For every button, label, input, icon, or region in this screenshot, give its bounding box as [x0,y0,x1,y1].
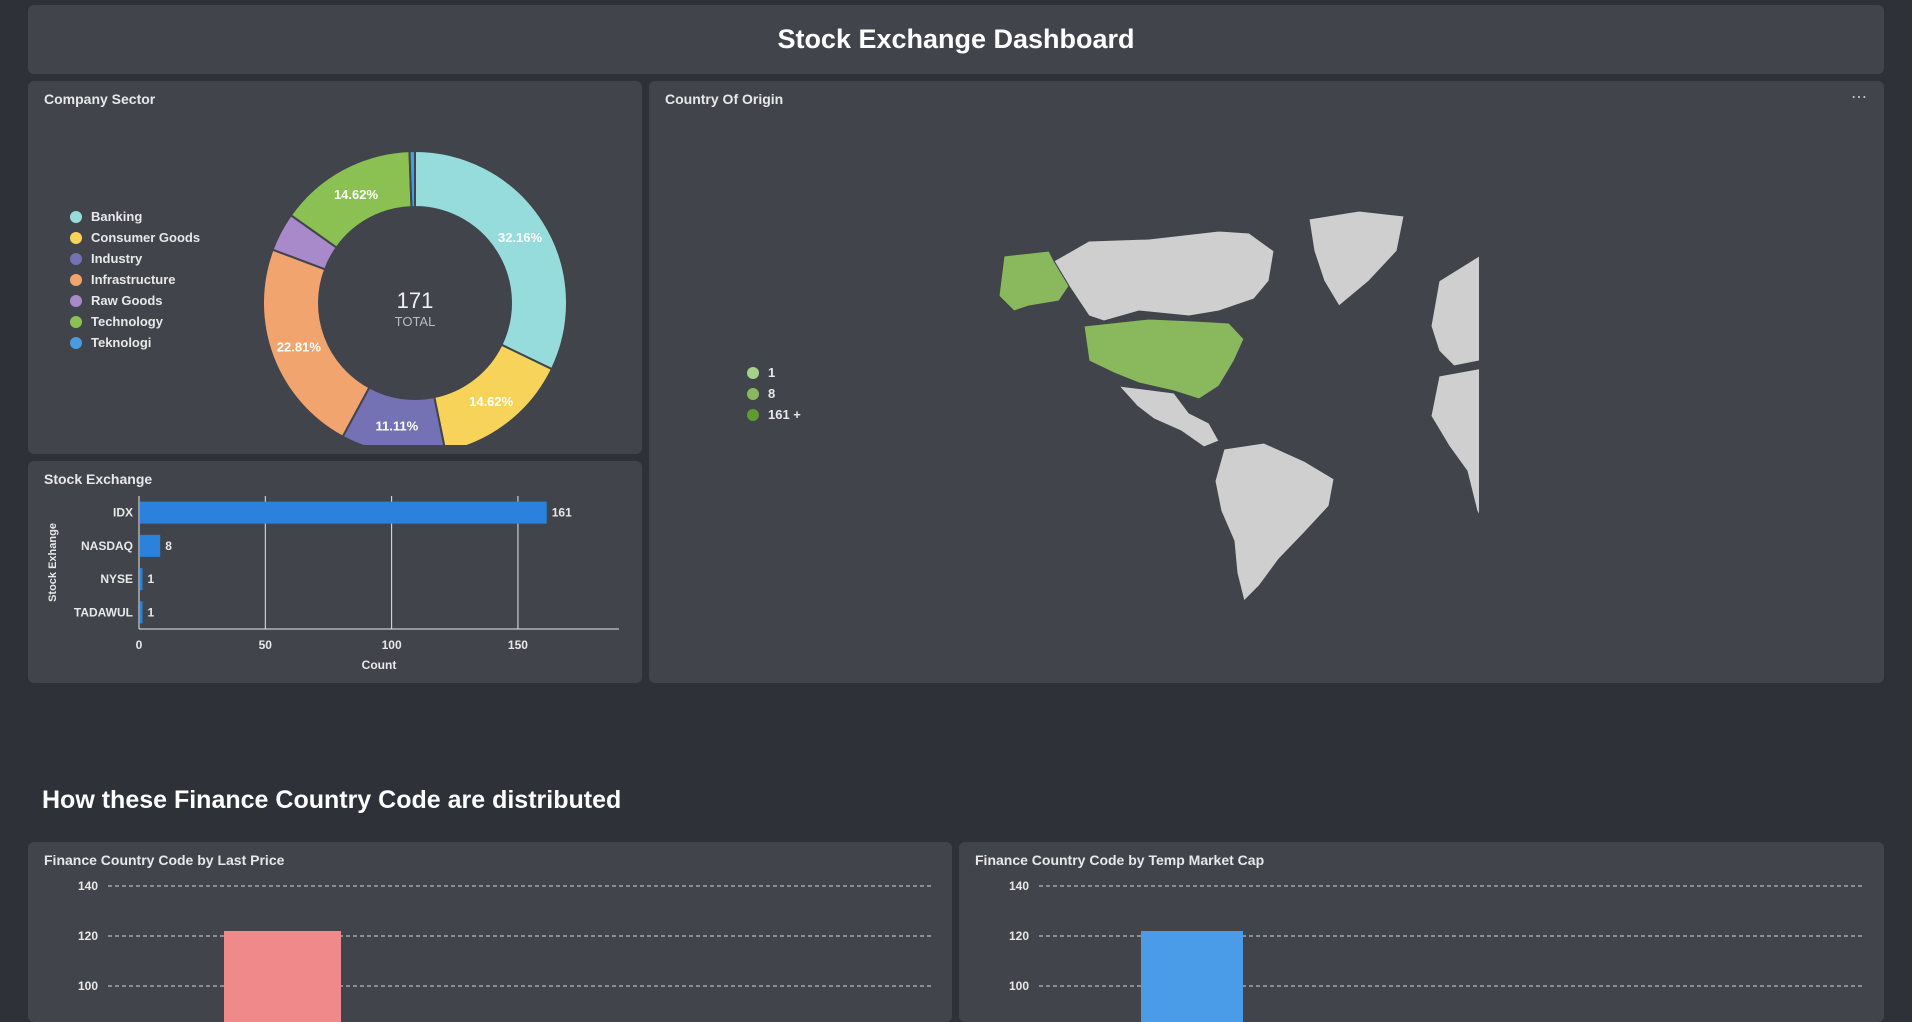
map-region-south-america [1214,442,1335,601]
legend-swatch [70,252,82,265]
bar-idx[interactable] [140,501,547,524]
map-region-europe [1430,255,1479,367]
company-sector-legend: Banking Consumer Goods Industry Infrastruct… [70,206,200,353]
legend-label: 1 [768,365,776,380]
y-tick-label: 100 [78,979,98,993]
legend-label: Industry [91,251,143,266]
legend-label: Infrastructure [91,272,176,287]
bar-value-label: 161 [552,506,572,520]
y-tick-label: NASDAQ [81,539,133,553]
map-legend-item[interactable]: 1 [747,362,801,383]
bar-value-label: 1 [148,605,155,619]
x-tick-label: 100 [382,638,402,652]
bar-nasdaq[interactable] [140,534,161,557]
donut-label-consumer-goods: 14.62% [469,394,514,409]
legend-swatch [70,231,82,244]
map-legend: 1 8 161 + [747,362,801,425]
dashboard-header: Stock Exchange Dashboard [28,5,1884,74]
donut-label-industry: 11.11% [376,419,419,434]
legend-swatch [70,315,82,328]
donut-label-infrastructure: 22.81% [277,339,322,354]
country-of-origin-panel: Country Of Origin ⋯ 1 8 161 + [649,81,1884,683]
legend-label: 8 [768,386,776,401]
section-heading: How these Finance Country Code are distr… [42,786,622,814]
y-axis-title: Stock Exhange [47,523,59,602]
x-tick-label: 0 [136,638,143,652]
country-of-origin-title: Country Of Origin [665,91,784,107]
legend-label: 161 + [768,407,801,422]
y-tick-label: 120 [78,929,98,943]
y-tick-label: 140 [1009,879,1029,893]
legend-swatch [70,294,82,307]
legend-swatch [70,273,82,286]
company-sector-title: Company Sector [44,91,156,107]
bar-value-label: 1 [148,572,155,586]
legend-label: Teknologi [91,335,152,350]
y-tick-label: 120 [1009,929,1029,943]
y-tick-label: 100 [1009,979,1029,993]
map-country-greenland [1308,210,1405,307]
y-tick-label: 140 [78,879,98,893]
bar-nyse[interactable] [140,568,143,591]
donut-total-value: 171 [397,288,434,313]
x-axis-title: Count [362,658,397,672]
temp-market-cap-bar-chart: 100 120 140 [1009,879,1864,1022]
x-tick-label: 150 [508,638,528,652]
legend-item-industry[interactable]: Industry [70,248,200,269]
legend-label: Technology [91,314,163,329]
last-price-bar-chart: 100 120 140 [78,879,932,1022]
y-tick-label: NYSE [100,572,133,586]
temp-market-cap-panel: Finance Country Code by Temp Market Cap … [959,842,1884,1022]
legend-label: Consumer Goods [91,230,201,245]
bar-value-label: 8 [165,539,172,553]
legend-swatch [747,387,759,400]
map-country-united-states [1083,318,1245,400]
donut-label-technology: 14.62% [334,187,379,202]
legend-label: Banking [91,209,143,224]
company-sector-donut-chart: 32.16% 14.62% 11.11% 22.81% 14.62% 171 TOTAL [262,149,568,445]
legend-swatch [747,408,759,421]
map-legend-item[interactable]: 8 [747,383,801,404]
legend-label: Raw Goods [91,293,163,308]
company-sector-panel: Company Sector Banking Consumer Goods Indu… [28,81,642,454]
bar[interactable] [224,931,341,1022]
legend-item-raw-goods[interactable]: Raw Goods [70,290,200,311]
donut-slice-banking[interactable] [414,149,568,371]
map-legend-item[interactable]: 161 + [747,404,801,425]
last-price-panel: Finance Country Code by Last Price 100 12… [28,842,952,1022]
donut-slice-teknologi[interactable] [408,149,416,209]
x-tick-label: 50 [259,638,273,652]
stock-exchange-bar-chart: 0 50 100 150 IDX 161 NASDAQ 8 NYSE 1 TADAWUL 1 Count… [47,496,619,672]
more-horizontal-icon[interactable]: ⋯ [1851,87,1868,107]
map-region-africa [1430,368,1479,516]
legend-swatch [70,210,82,223]
legend-item-consumer-goods[interactable]: Consumer Goods [70,227,200,248]
donut-total-label: TOTAL [395,314,436,329]
bar[interactable] [1141,931,1243,1022]
dashboard-title: Stock Exchange Dashboard [777,24,1135,54]
legend-item-infrastructure[interactable]: Infrastructure [70,269,200,290]
legend-item-technology[interactable]: Technology [70,311,200,332]
stock-exchange-panel: Stock Exchange 0 50 100 150 IDX 161 NASDAQ 8 NYS… [28,461,642,683]
legend-swatch [70,336,82,349]
legend-item-teknologi[interactable]: Teknologi [70,332,200,353]
y-tick-label: IDX [113,506,133,520]
bar-tadawul[interactable] [140,601,143,624]
map-country-canada [1053,230,1275,322]
world-map [998,210,1479,601]
legend-item-banking[interactable]: Banking [70,206,200,227]
y-tick-label: TADAWUL [74,605,133,619]
donut-label-banking: 32.16% [498,230,543,245]
legend-swatch [747,366,759,379]
